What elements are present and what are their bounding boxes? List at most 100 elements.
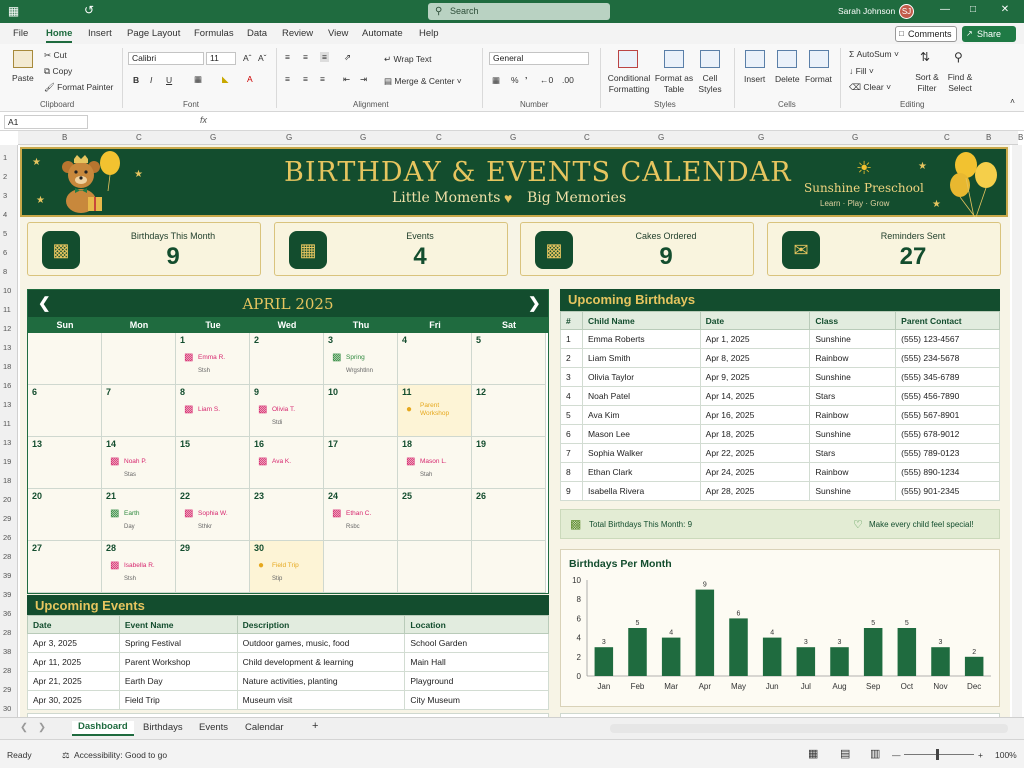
calendar-day[interactable] [472, 541, 546, 593]
table-cell[interactable]: 6 [560, 424, 583, 444]
table-row[interactable]: 9 Isabella Rivera Apr 28, 2025 Sunshine (555… [560, 481, 1000, 501]
next-month-icon[interactable]: ❯ [528, 294, 541, 312]
comma-icon[interactable]: ’ [525, 75, 527, 85]
calendar-day[interactable]: 16 ▩ Ava K. [250, 437, 324, 489]
row-header[interactable]: 26 [3, 533, 11, 542]
table-cell[interactable]: Apr 1, 2025 [699, 329, 811, 349]
find-select-button[interactable]: Find & Select [944, 72, 976, 94]
table-row[interactable]: Apr 30, 2025 Field Trip Museum visit City M… [27, 690, 549, 710]
insert-cells-icon[interactable] [745, 50, 765, 68]
calendar-day[interactable] [28, 333, 102, 385]
scroll-tabs-left-icon[interactable]: ❮ [20, 722, 28, 733]
calendar-day[interactable]: 8 ▩ Liam S. [176, 385, 250, 437]
wrap-text-button[interactable]: ↵ Wrap Text [384, 54, 431, 65]
underline-button[interactable]: U [166, 75, 172, 85]
table-cell[interactable]: (555) 345-6789 [895, 367, 1000, 387]
align-bottom-icon[interactable]: ≡ [320, 52, 329, 62]
row-header[interactable]: 29 [3, 514, 11, 523]
table-cell[interactable]: Playground [404, 671, 549, 691]
table-cell[interactable]: Rainbow [809, 462, 897, 482]
bold-button[interactable]: B [133, 75, 139, 85]
row-header[interactable]: 28 [3, 552, 11, 561]
row-header[interactable]: 5 [3, 229, 7, 238]
row-header[interactable]: 18 [3, 476, 11, 485]
table-row[interactable]: 2 Liam Smith Apr 8, 2025 Rainbow (555) 234-5… [560, 348, 1000, 368]
table-cell[interactable]: Field Trip [118, 690, 238, 710]
table-cell[interactable]: Olivia Taylor [581, 367, 701, 387]
calendar-day[interactable]: 17 [324, 437, 398, 489]
menu-data[interactable]: Data [247, 28, 267, 39]
conditional-formatting-icon[interactable] [618, 50, 638, 68]
clear-button[interactable]: ⌫ Clear ˅ [849, 82, 891, 93]
calendar-day[interactable]: 6 [28, 385, 102, 437]
row-header[interactable]: 29 [3, 685, 11, 694]
column-header-cell[interactable]: Date [27, 615, 120, 634]
align-left-icon[interactable]: ≡ [285, 74, 290, 84]
table-row[interactable]: 7 Sophia Walker Apr 22, 2025 Stars (555) 789… [560, 443, 1000, 463]
tab-events[interactable]: Events [199, 722, 228, 733]
table-cell[interactable]: 7 [560, 443, 583, 463]
table-cell[interactable]: 5 [560, 405, 583, 425]
column-header[interactable]: G [758, 133, 764, 142]
column-header-cell[interactable]: Description [236, 615, 406, 634]
table-cell[interactable]: 8 [560, 462, 583, 482]
row-header[interactable]: 19 [3, 457, 11, 466]
increase-indent-icon[interactable]: ⇥ [360, 74, 367, 85]
row-header[interactable]: 13 [3, 400, 11, 409]
find-icon[interactable]: ⚲ [954, 50, 963, 64]
column-header-cell[interactable]: Class [809, 311, 897, 330]
font-color-icon[interactable]: A [247, 74, 253, 84]
row-header[interactable]: 8 [3, 267, 7, 276]
calendar-day[interactable]: 4 [398, 333, 472, 385]
sort-filter-icon[interactable]: ⇅ [920, 50, 930, 64]
maximize-icon[interactable]: □ [966, 4, 980, 15]
column-header-cell[interactable]: Location [404, 615, 549, 634]
table-cell[interactable]: Apr 3, 2025 [27, 633, 120, 653]
table-cell[interactable]: Apr 28, 2025 [699, 481, 811, 501]
column-header-cell[interactable]: Parent Contact [895, 311, 1000, 330]
table-cell[interactable]: (555) 789-0123 [895, 443, 1000, 463]
page-break-view-icon[interactable]: ▥ [870, 747, 880, 760]
calendar-day[interactable]: 23 [250, 489, 324, 541]
table-row[interactable]: 5 Ava Kim Apr 16, 2025 Rainbow (555) 567-890… [560, 405, 1000, 425]
zoom-slider-handle[interactable] [936, 749, 939, 760]
font-name-select[interactable]: Calibri [128, 52, 204, 65]
format-cells-icon[interactable] [809, 50, 829, 68]
row-header[interactable]: 28 [3, 666, 11, 675]
table-cell[interactable]: Nature activities, planting [236, 671, 406, 691]
format-as-table-button[interactable]: Format as Table [654, 73, 694, 95]
format-as-table-icon[interactable] [664, 50, 684, 68]
calendar-day[interactable]: 2 [250, 333, 324, 385]
calendar-day[interactable]: 21 ▩ Earth Day [102, 489, 176, 541]
column-header[interactable]: B [1018, 133, 1023, 142]
zoom-in-icon[interactable]: + [978, 750, 983, 760]
table-row[interactable]: Apr 3, 2025 Spring Festival Outdoor games,… [27, 633, 549, 653]
table-cell[interactable]: Isabella Rivera [581, 481, 701, 501]
normal-view-icon[interactable]: ▦ [808, 747, 818, 760]
comments-button[interactable]: □ Comments [895, 26, 957, 42]
calendar-day[interactable]: 5 [472, 333, 546, 385]
calendar-day[interactable]: 30 ● Field Trip Stip [250, 541, 324, 593]
row-header[interactable]: 11 [3, 419, 11, 428]
table-cell[interactable]: City Museum [404, 690, 549, 710]
orientation-icon[interactable]: ⇗ [344, 52, 351, 63]
table-cell[interactable]: Parent Workshop [118, 652, 238, 672]
cut-button[interactable]: ✂ Cut [44, 50, 67, 61]
table-cell[interactable]: Rainbow [809, 348, 897, 368]
table-cell[interactable]: Earth Day [118, 671, 238, 691]
column-header-cell[interactable]: # [560, 311, 583, 330]
table-cell[interactable]: (555) 123-4567 [895, 329, 1000, 349]
row-header[interactable]: 4 [3, 210, 7, 219]
calendar-day[interactable]: 18 ▩ Mason L. Stah [398, 437, 472, 489]
row-header[interactable]: 3 [3, 191, 7, 200]
borders-icon[interactable]: ▦ [194, 74, 202, 85]
table-cell[interactable]: Apr 18, 2025 [699, 424, 811, 444]
table-cell[interactable]: Apr 14, 2025 [699, 386, 811, 406]
table-cell[interactable]: (555) 890-1234 [895, 462, 1000, 482]
table-cell[interactable]: Apr 11, 2025 [27, 652, 120, 672]
row-header[interactable]: 13 [3, 343, 11, 352]
row-header[interactable]: 28 [3, 628, 11, 637]
format-cells-button[interactable]: Format [805, 74, 832, 84]
tab-birthdays[interactable]: Birthdays [143, 722, 183, 733]
calendar-day[interactable]: 7 [102, 385, 176, 437]
